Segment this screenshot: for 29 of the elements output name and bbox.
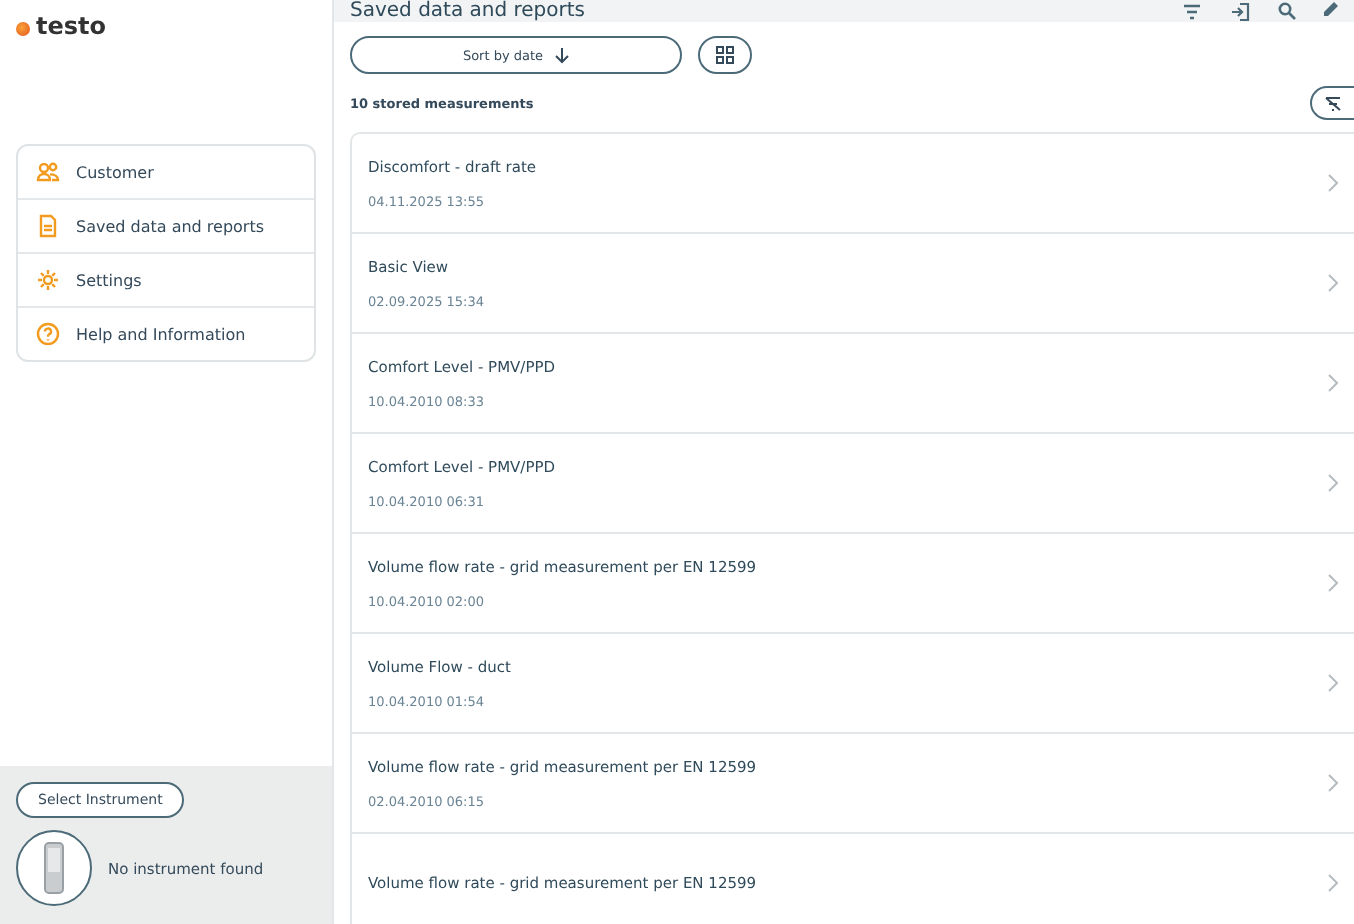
filter-icon[interactable]: [1182, 3, 1202, 19]
chevron-icon: [1328, 774, 1338, 792]
chevron-icon: [1328, 574, 1338, 592]
chevron-icon: [1328, 874, 1338, 892]
menu-item[interactable]: Settings: [18, 254, 314, 308]
pen-icon[interactable]: [1324, 2, 1338, 20]
logo-text: testo: [36, 12, 106, 40]
document-icon: [36, 214, 60, 238]
search-icon[interactable]: [1278, 2, 1296, 20]
chevron-icon: [1328, 174, 1338, 192]
grid-view-button[interactable]: [698, 36, 752, 74]
people-icon: [36, 160, 60, 184]
clear-filter-button[interactable]: [1310, 86, 1354, 120]
filter-off-icon: [1324, 95, 1342, 111]
import-icon[interactable]: [1230, 1, 1250, 21]
arrow-down-icon: [553, 47, 570, 63]
help-icon: [36, 322, 60, 346]
chevron-icon: [1328, 374, 1338, 392]
gear-icon: [36, 268, 60, 292]
chevron-icon: [1328, 274, 1338, 292]
page-title: Saved data and reports: [350, 0, 588, 22]
logo-icon: [16, 22, 30, 36]
chevron-icon: [1328, 474, 1338, 492]
menu-item[interactable]: Help and Information: [18, 308, 314, 360]
menu-item[interactable]: Customer: [18, 146, 314, 200]
instrument-icon: [16, 830, 92, 906]
menu-item[interactable]: Saved data and reports: [18, 200, 314, 254]
chevron-icon: [1328, 674, 1338, 692]
grid-icon: [716, 46, 734, 64]
